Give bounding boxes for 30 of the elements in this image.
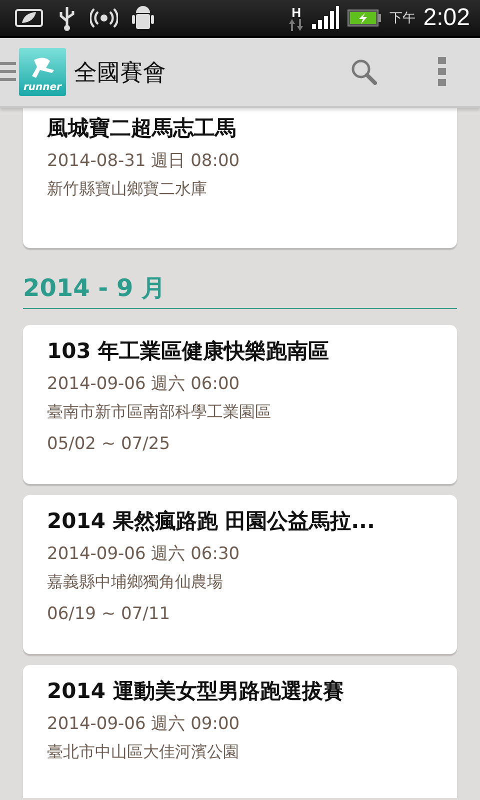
usb-icon — [58, 5, 76, 31]
leaf-icon — [12, 7, 44, 29]
month-heading: 2014 - 9 月 — [23, 272, 457, 309]
search-button[interactable] — [350, 58, 378, 86]
app-logo: runner — [19, 48, 66, 96]
event-title[interactable]: 2014 果然瘋路跑 田園公益馬拉... — [47, 507, 433, 535]
overflow-menu-button[interactable] — [438, 57, 448, 87]
event-location: 新竹縣寶山鄉寶二水庫 — [47, 178, 208, 200]
signal-icon — [311, 6, 340, 30]
event-datetime: 2014-08-31 週日 08:00 — [47, 150, 241, 173]
network-type: H — [292, 6, 301, 18]
time-period: 下午 — [389, 10, 416, 27]
event-location: 嘉義縣中埔鄉獨角仙農場 — [47, 571, 224, 593]
event-datetime: 2014-09-06 週六 09:00 — [47, 713, 241, 736]
event-title[interactable]: 2014 運動美女型男路跑選拔賽 — [47, 677, 433, 705]
clock-time: 2:02 — [423, 4, 470, 32]
menu-icon[interactable] — [0, 62, 16, 82]
event-title[interactable]: 風城寶二超馬志工馬 — [47, 114, 433, 142]
screen-title: 全國賽會 — [74, 58, 167, 88]
registration-period: 06/19 ~ 07/11 — [47, 603, 172, 626]
event-datetime: 2014-09-06 週六 06:00 — [47, 373, 241, 396]
event-location: 臺南市新市區南部科學工業園區 — [47, 401, 272, 423]
event-datetime: 2014-09-06 週六 06:30 — [47, 543, 241, 566]
registration-period: 05/02 ~ 07/25 — [47, 433, 172, 456]
event-title[interactable]: 103 年工業區健康快樂跑南區 — [47, 337, 433, 365]
data-arrows-icon — [289, 18, 304, 30]
android-icon — [132, 4, 154, 32]
hotspot-icon — [90, 7, 118, 29]
battery-icon — [347, 8, 382, 28]
event-location: 臺北市中山區大佳河濱公園 — [47, 741, 240, 763]
